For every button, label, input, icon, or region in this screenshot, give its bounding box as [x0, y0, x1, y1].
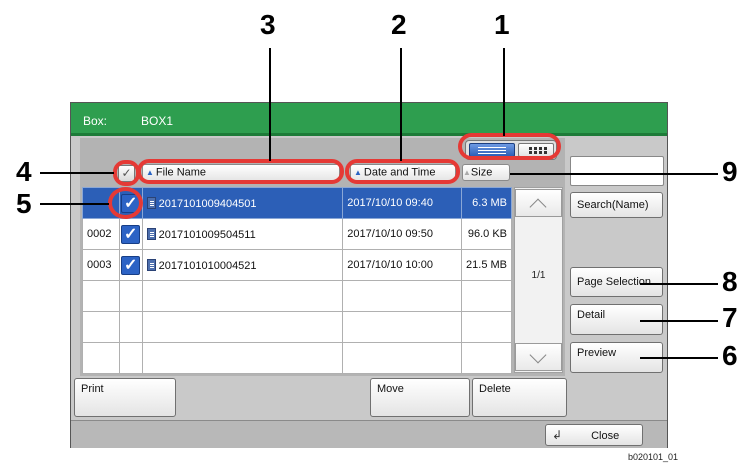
file-size: 96.0 KB [461, 218, 512, 250]
sort-triangle-icon: ▲ [463, 168, 471, 177]
checkmark-icon: ✓ [121, 224, 141, 244]
callout-line-7 [640, 320, 718, 322]
file-size: 21.5 MB [461, 249, 512, 281]
return-arrow-icon: ↲ [552, 428, 563, 442]
file-date: 2017/10/10 09:50 [342, 218, 462, 250]
scroll-up-button[interactable] [515, 189, 562, 217]
table-row[interactable]: ✓ 2017101009404501 2017/10/10 09:40 6.3 … [82, 187, 512, 219]
row-number: 0003 [82, 249, 120, 281]
table-row [82, 280, 512, 312]
callout-8: 8 [722, 266, 738, 297]
file-name: 2017101009504511 [158, 228, 256, 241]
row-number: 0002 [82, 218, 120, 250]
callout-line-2 [400, 48, 402, 161]
document-icon [146, 196, 156, 209]
file-name: 2017101009404501 [158, 197, 257, 210]
callout-line-4 [40, 172, 114, 174]
move-button[interactable]: Move [370, 378, 470, 417]
file-date: 2017/10/10 09:40 [342, 187, 462, 219]
checkmark-icon: ✓ [121, 255, 141, 275]
search-text-box[interactable] [570, 156, 664, 186]
row-checkbox[interactable]: ✓ [118, 218, 143, 250]
page-selection-button[interactable]: Page Selection [570, 267, 663, 297]
callout-line-6 [640, 357, 718, 359]
close-button[interactable]: ↲ Close [545, 424, 643, 446]
file-date: 2017/10/10 10:00 [342, 249, 462, 281]
callout-4: 4 [16, 156, 32, 187]
callout-ring-row-checkbox [108, 187, 143, 219]
callout-3: 3 [260, 9, 276, 40]
figure-caption: b020101_01 [628, 452, 679, 462]
document-icon [146, 227, 156, 240]
callout-ring-file-name [137, 159, 344, 184]
callout-2: 2 [391, 9, 407, 40]
callout-1: 1 [494, 9, 510, 40]
size-sort-button[interactable]: ▲Size [462, 164, 510, 181]
callout-6: 6 [722, 340, 738, 371]
callout-line-3 [269, 48, 271, 161]
document-icon [146, 258, 156, 271]
callout-ring-select-all [113, 160, 140, 186]
callout-7: 7 [722, 302, 738, 333]
box-name: BOX1 [141, 114, 174, 128]
scroll-down-button[interactable] [515, 343, 562, 371]
callout-line-8 [640, 283, 718, 285]
file-table: ✓ 2017101009404501 2017/10/10 09:40 6.3 … [82, 187, 512, 374]
table-row [82, 342, 512, 374]
size-header: Size [470, 166, 493, 179]
delete-button[interactable]: Delete [472, 378, 567, 417]
search-name-button[interactable]: Search(Name) [570, 192, 663, 218]
chevron-up-icon [529, 198, 547, 216]
callout-9: 9 [722, 156, 738, 187]
callout-line-5 [40, 203, 109, 205]
callout-line-1 [503, 48, 505, 136]
print-button[interactable]: Print [74, 378, 176, 417]
callout-line-9 [510, 173, 718, 175]
file-name: 2017101010004521 [158, 259, 257, 272]
box-label: Box: [83, 114, 108, 128]
close-button-label: Close [591, 430, 620, 442]
callout-ring-date-time [345, 159, 460, 184]
title-bar: Box: BOX1 [71, 103, 667, 136]
table-row[interactable]: 0002 ✓ 2017101009504511 2017/10/10 09:50… [82, 218, 512, 250]
page-indicator: 1/1 [531, 270, 546, 281]
callout-5: 5 [16, 188, 32, 219]
row-checkbox[interactable]: ✓ [118, 249, 143, 281]
callout-ring-view-toggle [458, 133, 561, 160]
file-size: 6.3 MB [461, 187, 512, 219]
chevron-down-icon [529, 346, 547, 364]
table-row [82, 311, 512, 343]
table-row[interactable]: 0003 ✓ 2017101010004521 2017/10/10 10:00… [82, 249, 512, 281]
